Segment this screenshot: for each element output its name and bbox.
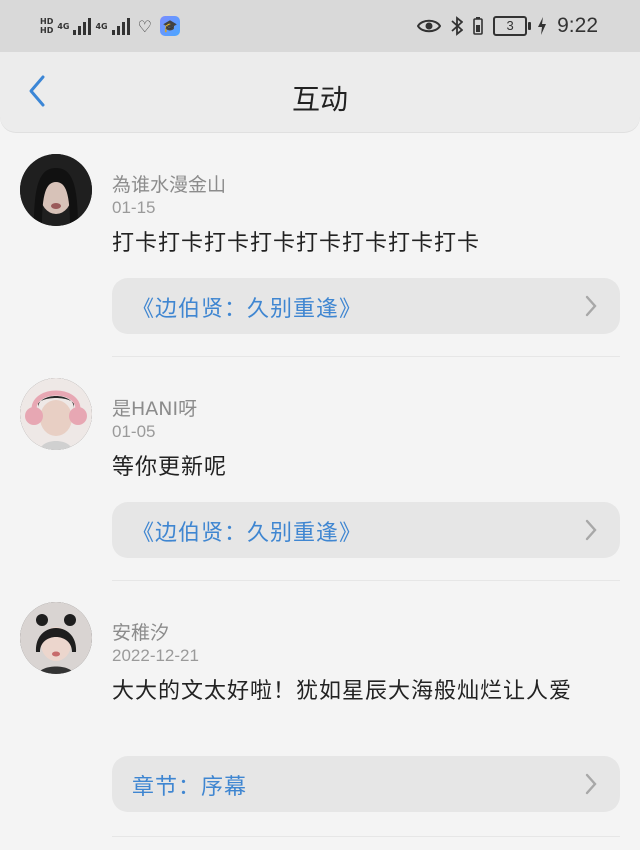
app-notification-icon: 🎓: [159, 16, 180, 36]
status-bar: HD HD 4G 4G ♡ 🎓 3 9:22: [0, 0, 640, 52]
comment-date: 2022-12-21: [112, 646, 199, 665]
chapter-link[interactable]: 《边伯贤：久别重逢》: [112, 278, 620, 334]
chapter-title: 《边伯贤：久别重逢》: [132, 521, 363, 546]
heart-icon: ♡: [137, 16, 152, 36]
commenter-name[interactable]: 為谁水漫金山: [112, 170, 226, 197]
comment-text: 大大的文太好啦！犹如星辰大海般灿烂让人爱: [112, 679, 573, 704]
commenter-name[interactable]: 安稚汐: [112, 618, 169, 645]
battery-icon: 3: [493, 16, 532, 36]
top-nav-bar: 互动: [0, 52, 640, 132]
avatar[interactable]: [20, 154, 92, 226]
bluetooth-icon: [451, 16, 464, 36]
vibrate-battery-icon: [473, 17, 483, 35]
status-left: HD HD 4G 4G ♡ 🎓: [40, 16, 180, 36]
hd-label-1: HD: [40, 17, 54, 26]
network-label-2: 4G: [95, 22, 107, 31]
avatar[interactable]: [20, 602, 92, 674]
status-right: 3 9:22: [417, 14, 598, 38]
divider: [112, 580, 620, 581]
chapter-link[interactable]: 《边伯贤：久别重逢》: [112, 502, 620, 558]
comment-item: 為谁水漫金山 01-15 打卡打卡打卡打卡打卡打卡打卡打卡 《边伯贤：久别重逢》: [0, 152, 640, 357]
chevron-right-icon: [585, 519, 597, 541]
chevron-right-icon: [585, 295, 597, 317]
chapter-title: 《边伯贤：久别重逢》: [132, 297, 363, 322]
divider: [112, 356, 620, 357]
chapter-title: 章节：序幕: [132, 775, 248, 800]
comment-date: 01-05: [112, 422, 156, 441]
battery-level: 3: [506, 18, 514, 33]
eye-icon: [417, 19, 442, 33]
comment-text: 等你更新呢: [112, 455, 228, 480]
network-type-2: 4G: [95, 21, 108, 31]
commenter-name[interactable]: 是HANI呀: [112, 394, 197, 421]
network-label-1: 4G: [57, 22, 69, 31]
chevron-right-icon: [585, 773, 597, 795]
charging-icon: [538, 17, 547, 35]
signal-bars-icon: [73, 17, 92, 35]
comment-item: 是HANI呀 01-05 等你更新呢 《边伯贤：久别重逢》: [0, 376, 640, 581]
hd-label-2: HD: [40, 26, 54, 35]
signal-bars-icon: [111, 17, 130, 35]
signal-1: HD HD: [40, 17, 53, 35]
network-type-1: 4G: [57, 21, 70, 31]
status-time: 9:22: [557, 14, 598, 37]
page-title: 互动: [291, 83, 348, 116]
comment-text: 打卡打卡打卡打卡打卡打卡打卡打卡: [112, 231, 481, 256]
chapter-link[interactable]: 章节：序幕: [112, 756, 620, 812]
avatar[interactable]: [20, 378, 92, 450]
divider: [112, 836, 620, 837]
comment-date: 01-15: [112, 198, 156, 217]
comment-item: 安稚汐 2022-12-21 大大的文太好啦！犹如星辰大海般灿烂让人爱 章节：序…: [0, 600, 640, 850]
